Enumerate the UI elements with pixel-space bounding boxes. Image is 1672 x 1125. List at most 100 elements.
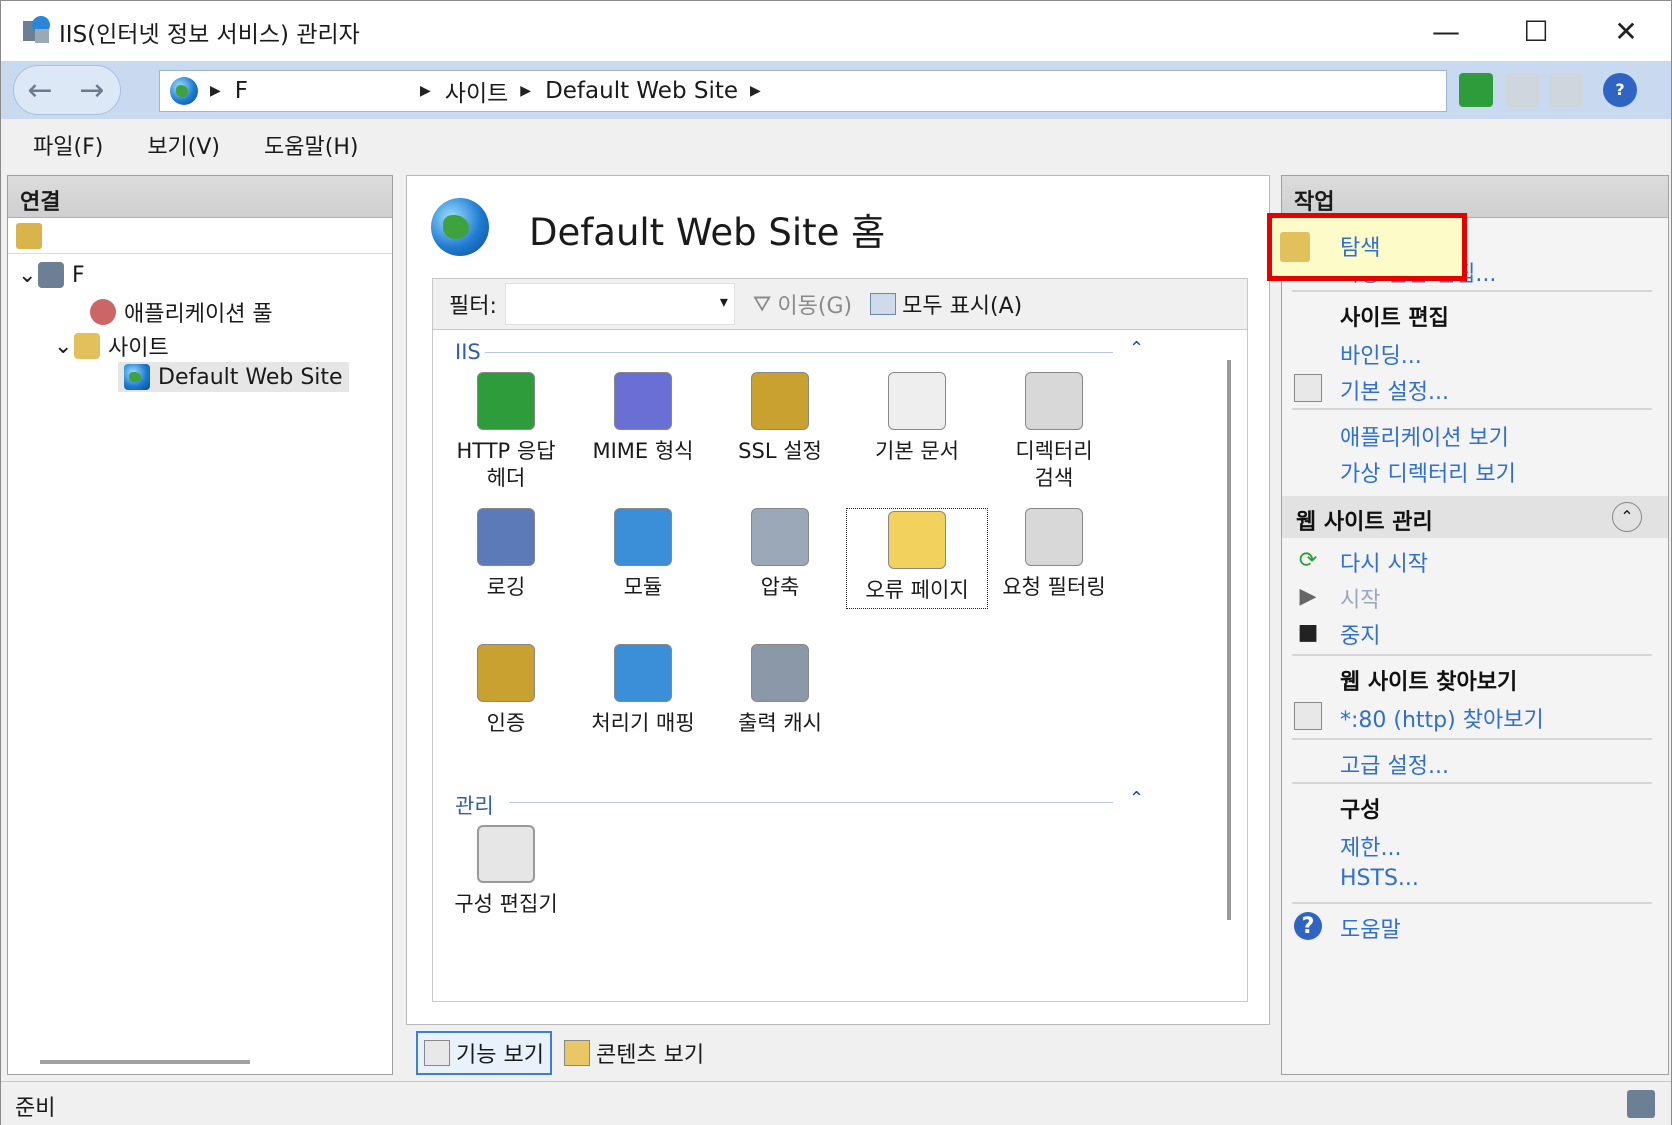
tree-server[interactable]: ⌄ F [18,260,359,290]
stop-icon[interactable] [1505,73,1539,107]
go-button[interactable]: ⛛ 이동(G) [753,288,852,320]
feature-output-cache[interactable]: 출력 캐시 [709,644,851,737]
feature-mime-types[interactable]: MIME 형식 [572,372,714,465]
menu-bar: 파일(F) 보기(V) 도움말(H) [1,119,1671,171]
feature-http-headers[interactable]: HTTP 응답 헤더 [435,372,577,492]
output-cache-icon [751,644,809,702]
breadcrumb-sites[interactable]: 사이트 [445,74,508,108]
refresh-icon[interactable] [1459,73,1493,107]
tree-server-label: F [72,262,85,288]
horizontal-scrollbar[interactable] [40,1060,250,1064]
feature-compression[interactable]: 압축 [709,508,851,601]
action-view-applications[interactable]: 애플리케이션 보기 [1340,420,1509,452]
collapse-caret-icon[interactable]: ⌃ [1129,338,1144,359]
feature-config-editor[interactable]: 구성 편집기 [435,825,577,918]
show-all-button[interactable]: 모두 표시(A) [870,288,1022,320]
chevron-down-icon[interactable]: ⌄ [54,334,74,359]
action-stop[interactable]: 중지 [1340,618,1380,650]
globe-icon [431,198,489,256]
feature-label: 오류 페이지 [865,578,969,602]
action-help[interactable]: 도움말 [1340,912,1401,944]
action-view-virtual-dirs[interactable]: 가상 디렉터리 보기 [1340,456,1516,488]
chevron-down-icon[interactable]: ⌄ [18,263,38,288]
action-basic-settings[interactable]: 기본 설정... [1340,374,1449,406]
feature-handler-mappings[interactable]: 처리기 매핑 [572,644,714,737]
iis-app-icon [23,16,50,43]
menu-help[interactable]: 도움말(H) [264,129,358,161]
iis-manager-window: IIS(인터넷 정보 서비스) 관리자 — ☐ ✕ ← → ▶ F ▶ 사이트 … [0,0,1672,1125]
section-edit-site: 사이트 편집 [1340,306,1449,331]
action-browse-80[interactable]: *:80 (http) 찾아보기 [1340,702,1544,734]
home-icon[interactable] [1549,73,1583,107]
action-limits[interactable]: 제한... [1340,830,1401,862]
feature-directory-browse[interactable]: 디렉터리검색 [983,372,1125,492]
feature-label: 출력 캐시 [738,711,822,735]
feature-default-document[interactable]: 기본 문서 [846,372,988,465]
tree-sites[interactable]: ⌄ 사이트 [54,330,169,362]
collapse-caret-icon[interactable]: ⌃ [1129,788,1144,809]
feature-ssl-lock[interactable]: SSL 설정 [709,372,851,465]
action-advanced-settings[interactable]: 고급 설정... [1340,748,1449,780]
breadcrumb-server[interactable]: F [235,78,248,104]
back-arrow-icon[interactable]: ← [20,70,60,110]
feature-label: 디렉터리 [1015,439,1093,463]
feature-modules[interactable]: 모듈 [572,508,714,601]
tab-features-view[interactable]: 기능 보기 [416,1031,552,1075]
stop-square-icon: ■ [1297,619,1319,645]
filter-label: 필터: [449,294,497,319]
action-restart[interactable]: 다시 시작 [1340,546,1428,578]
features-view-icon [424,1040,450,1066]
filter-input[interactable] [504,283,735,325]
tree-app-pools[interactable]: 애플리케이션 풀 [90,296,273,328]
config-editor-icon [477,825,535,883]
menu-file[interactable]: 파일(F) [33,129,103,161]
action-hsts[interactable]: HSTS... [1340,866,1419,891]
window-title: IIS(인터넷 정보 서비스) 관리자 [59,22,360,48]
tab-content-view[interactable]: 콘텐츠 보기 [558,1031,710,1075]
feature-label: 구성 편집기 [454,892,558,916]
feature-label: 처리기 매핑 [591,711,695,735]
help-icon: ? [1294,912,1322,940]
breadcrumb[interactable]: ▶ F ▶ 사이트 ▶ Default Web Site ▶ [159,70,1447,112]
help-icon[interactable]: ? [1603,73,1637,107]
features-panel: Default Web Site 홈 필터: ⛛이동(G) 모두 표시(A) I… [406,175,1270,1025]
explore-highlight[interactable]: 탐색 [1267,213,1467,281]
content-view-icon [563,1040,590,1066]
feature-logging[interactable]: 로깅 [435,508,577,601]
feature-label: MIME 형식 [592,439,694,463]
breadcrumb-default-site[interactable]: Default Web Site [545,78,738,104]
forward-arrow-icon[interactable]: → [72,70,112,110]
show-all-icon [870,293,897,315]
directory-browse-icon [1025,372,1083,430]
group-iis-label: IIS [455,340,481,364]
filter-bar: 필터: ⛛이동(G) 모두 표시(A) [432,278,1248,330]
tree-app-pools-label: 애플리케이션 풀 [124,302,273,327]
action-explore[interactable]: 탐색 [1340,230,1380,262]
group-divider [485,352,1113,353]
feature-label: 검색 [1034,466,1074,490]
breadcrumb-separator-icon: ▶ [210,83,221,99]
tree-default-site[interactable]: Default Web Site [118,362,349,392]
folder-icon [74,333,100,359]
divider [1292,654,1652,656]
vertical-scrollbar[interactable] [1227,360,1231,920]
status-text: 준비 [15,1096,56,1121]
breadcrumb-separator-icon: ▶ [420,83,431,99]
action-start[interactable]: 시작 [1340,582,1380,614]
group-divider [509,802,1113,803]
address-bar: ← → ▶ F ▶ 사이트 ▶ Default Web Site ▶ ? [1,61,1671,119]
minimize-button[interactable]: — [1411,9,1481,53]
close-button[interactable]: ✕ [1591,9,1661,53]
connect-icon[interactable] [16,223,42,249]
collapse-caret-icon[interactable]: ⌃ [1612,502,1642,532]
feature-request-filtering[interactable]: 요청 필터링 [983,508,1125,601]
divider [1292,902,1652,904]
feature-authentication[interactable]: 인증 [435,644,577,737]
globe-icon [124,364,150,390]
breadcrumb-separator-icon: ▶ [750,83,761,99]
ssl-lock-icon [751,372,809,430]
menu-view[interactable]: 보기(V) [147,129,220,161]
action-bindings[interactable]: 바인딩... [1340,338,1422,370]
maximize-button[interactable]: ☐ [1501,9,1571,53]
feature-error-pages[interactable]: 오류 페이지 [846,508,988,609]
